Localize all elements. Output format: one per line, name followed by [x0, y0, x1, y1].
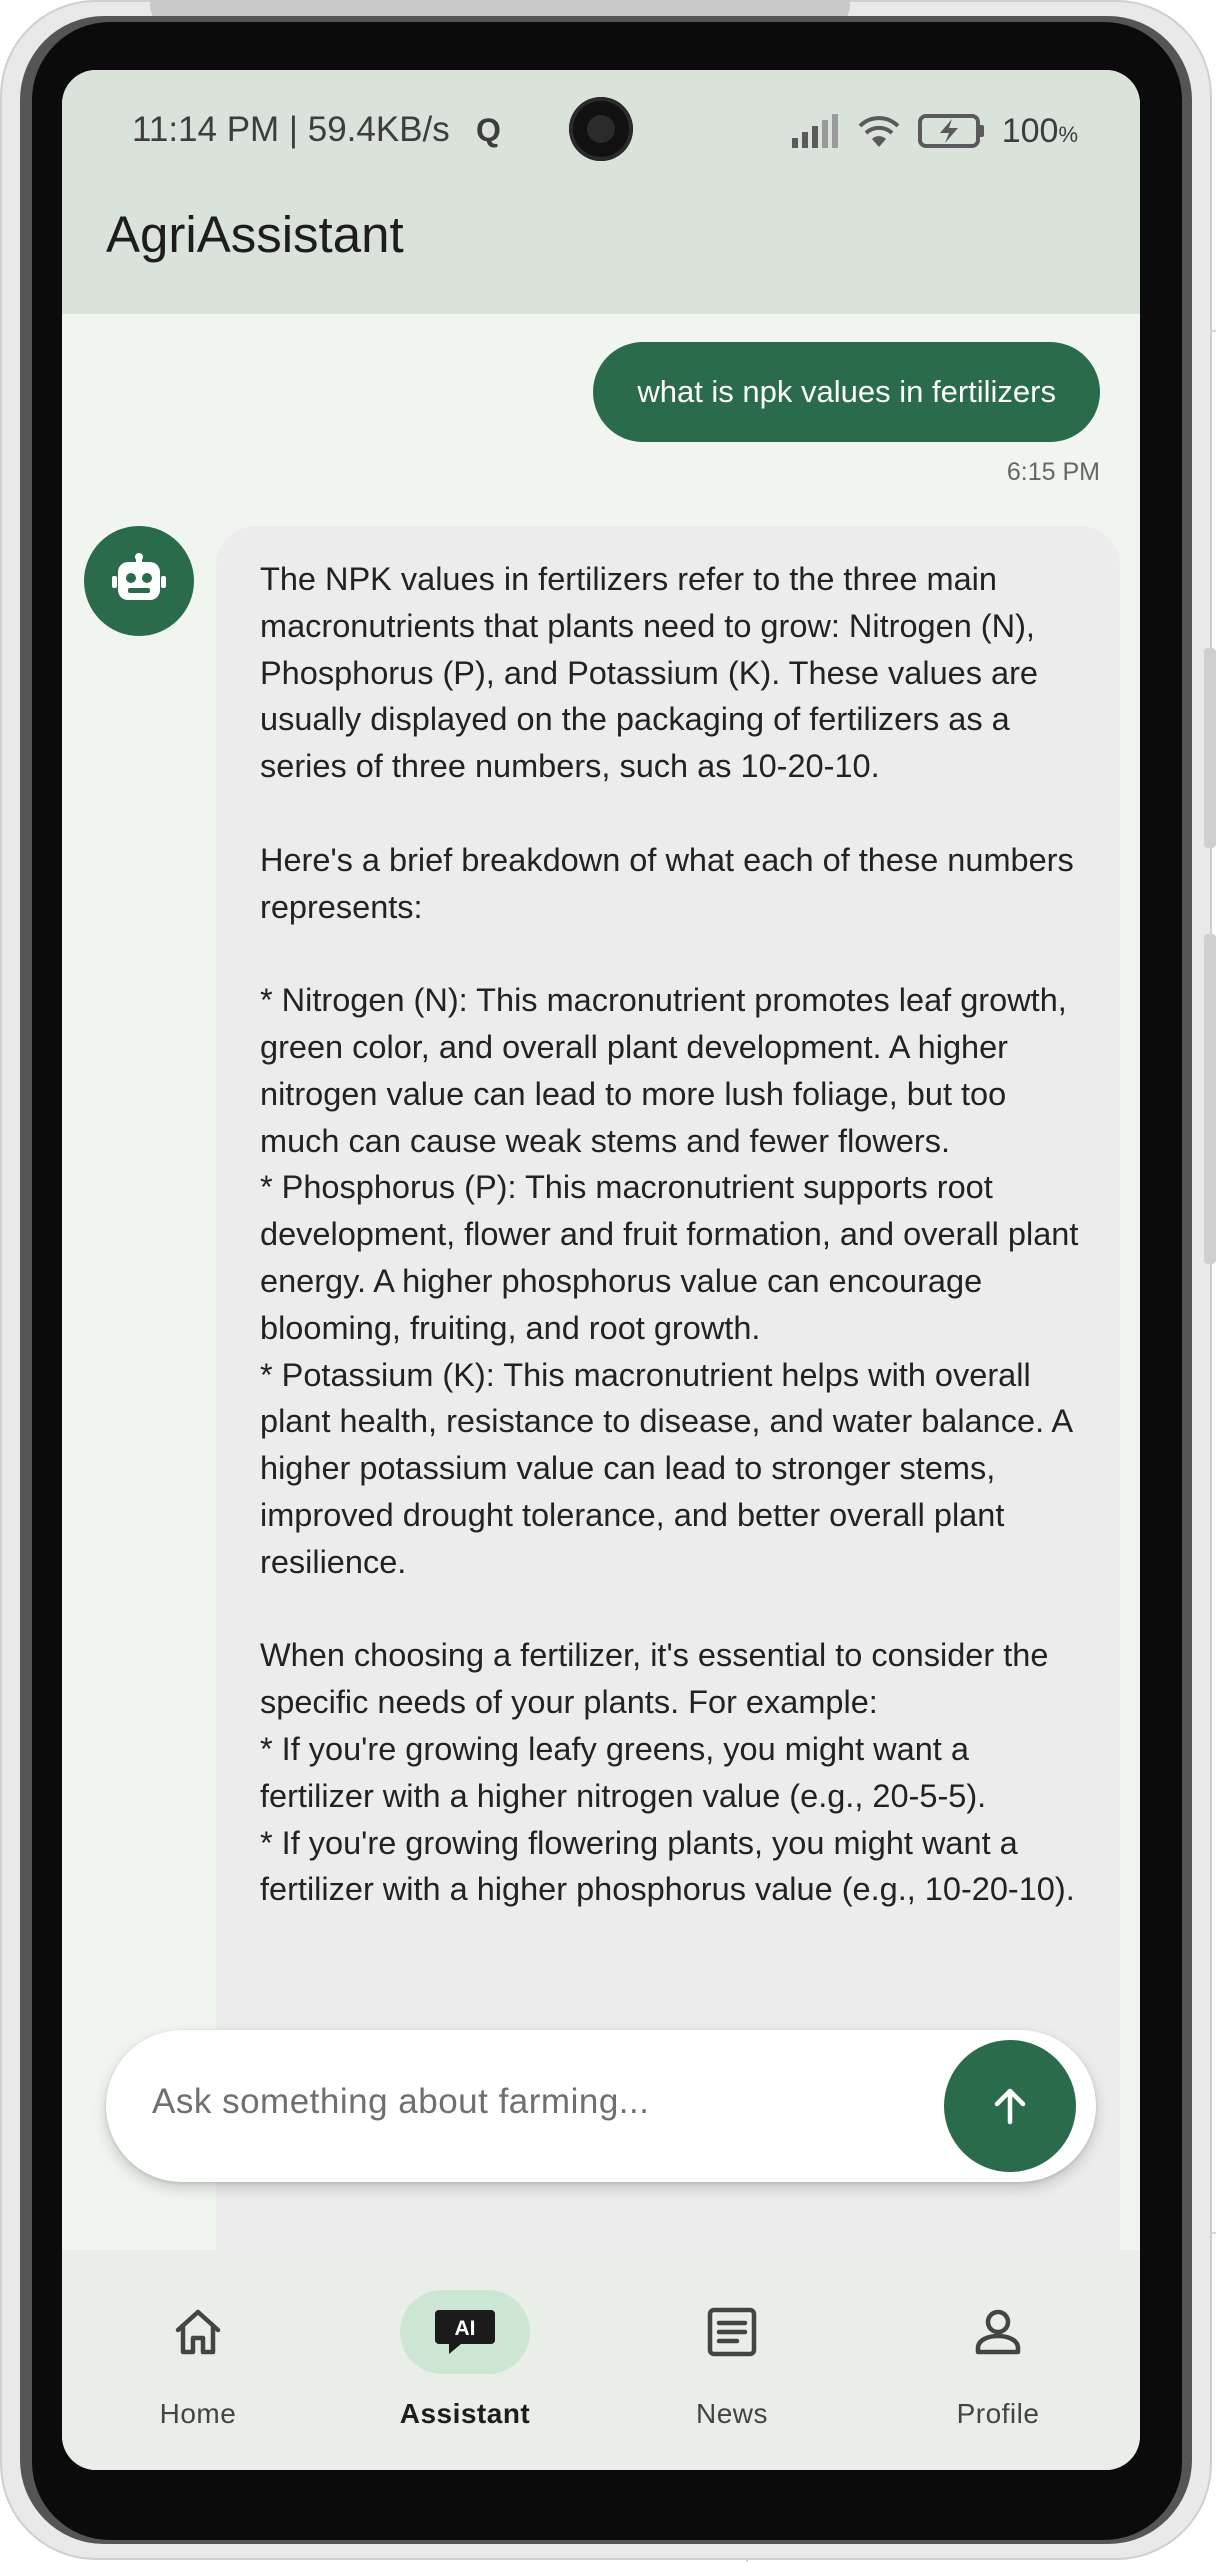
nav-label-home: Home [159, 2398, 237, 2429]
user-message-text: what is npk values in fertilizers [637, 374, 1056, 409]
app-title: AgriAssistant [106, 206, 404, 263]
battery-value: 100 [1001, 111, 1059, 150]
chat-input-bar[interactable]: Ask something about farming... [106, 2030, 1096, 2182]
nav-item-assistant[interactable]: AI Assistant [365, 2290, 565, 2450]
nav-label-profile: Profile [956, 2398, 1040, 2429]
power-button [1204, 934, 1216, 1264]
nav-label-assistant: Assistant [399, 2398, 531, 2429]
nav-item-profile[interactable]: Profile [898, 2290, 1098, 2450]
article-icon [707, 2307, 757, 2357]
signal-icon [791, 114, 838, 148]
status-time-speed: 11:14 PM | 59.4KB/s [132, 110, 450, 149]
phone-screen: 11:14 PM | 59.4KB/s Q 100% AgriAssistant… [62, 70, 1140, 2470]
ai-badge-text: AI [455, 2317, 476, 2340]
send-button[interactable] [944, 2040, 1076, 2172]
nav-item-home[interactable]: Home [98, 2290, 298, 2450]
message-timestamp: 6:15 PM [1006, 458, 1100, 486]
ai-chat-icon: AI [435, 2310, 495, 2354]
chat-input-placeholder[interactable]: Ask something about farming... [152, 2082, 649, 2122]
network-q-icon: Q [476, 112, 501, 148]
nav-label-news: News [695, 2398, 768, 2429]
bot-message-text: The NPK values in fertilizers refer to t… [260, 561, 1079, 1908]
home-icon [175, 2309, 221, 2355]
battery-unit: % [1058, 121, 1078, 147]
front-camera [569, 97, 633, 161]
bot-avatar [84, 526, 194, 636]
person-icon [975, 2309, 1021, 2355]
status-icons: 100% [790, 110, 1078, 152]
wifi-icon [858, 116, 900, 147]
user-message-bubble: what is npk values in fertilizers [593, 342, 1100, 442]
app-bar: 11:14 PM | 59.4KB/s Q 100% AgriAssistant [62, 70, 1140, 314]
nav-icon-container [133, 2290, 263, 2374]
volume-button [1204, 648, 1216, 848]
arrow-up-icon [994, 2088, 1026, 2125]
bottom-navigation: Home AI Assistant News Profile [62, 2250, 1140, 2470]
nav-icon-container [933, 2290, 1063, 2374]
nav-icon-container-active: AI [400, 2290, 530, 2374]
battery-percent: 100% [1002, 112, 1078, 151]
battery-charging-icon [917, 114, 984, 148]
nav-icon-container [667, 2290, 797, 2374]
robot-icon [112, 553, 166, 600]
nav-item-news[interactable]: News [632, 2290, 832, 2450]
